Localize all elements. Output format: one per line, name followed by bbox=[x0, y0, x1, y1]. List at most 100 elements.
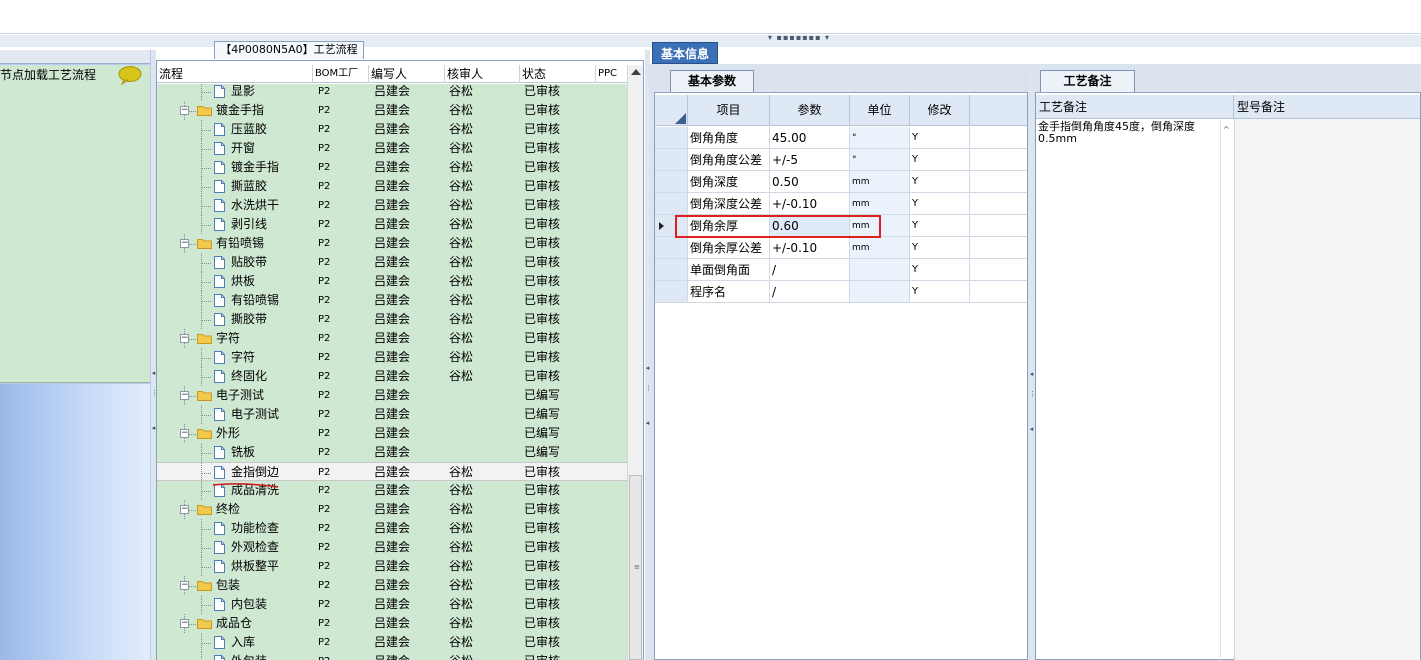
row-selector[interactable] bbox=[655, 171, 688, 193]
panel-collapse-grip[interactable]: ▾ ▪▪▪▪▪▪▪ ▾ bbox=[768, 34, 838, 42]
param-row[interactable]: 程序名 / Y bbox=[655, 281, 1027, 303]
right-splitter[interactable]: ◂ ⋮ ◂ bbox=[1029, 66, 1036, 660]
tree-row[interactable]: − 字符 P2 吕建会 谷松 已审核 bbox=[157, 329, 627, 348]
collapse-toggle-icon[interactable]: − bbox=[180, 429, 189, 438]
note-scrollbar[interactable]: ^ bbox=[1220, 121, 1233, 660]
param-value-cell[interactable]: +/-5 bbox=[770, 149, 850, 171]
tree-row[interactable]: 铣板 P2 吕建会 已编写 bbox=[157, 443, 627, 462]
param-row[interactable]: 单面倒角面 / Y bbox=[655, 259, 1027, 281]
collapse-toggle-icon[interactable]: − bbox=[180, 334, 189, 343]
param-modify-cell[interactable]: Y bbox=[910, 171, 970, 193]
col-header-param[interactable]: 参数 bbox=[770, 95, 850, 126]
param-value-cell[interactable]: 0.50 bbox=[770, 171, 850, 193]
param-value-cell[interactable]: 45.00 bbox=[770, 127, 850, 149]
col-header-ppc[interactable]: PPC bbox=[596, 65, 627, 83]
col-header-bom[interactable]: BOM工厂 bbox=[313, 65, 369, 83]
scrollbar-thumb[interactable]: ≡ bbox=[629, 475, 642, 660]
tab-basic-params[interactable]: 基本参数 bbox=[670, 70, 754, 92]
collapse-toggle-icon[interactable]: − bbox=[180, 619, 189, 628]
param-unit-cell[interactable]: mm bbox=[850, 193, 910, 215]
splitter-arrow-icon[interactable]: ◂ bbox=[1029, 371, 1034, 378]
tree-row[interactable]: − 有铅喷锡 P2 吕建会 谷松 已审核 bbox=[157, 234, 627, 253]
row-selector[interactable] bbox=[655, 281, 688, 303]
param-modify-cell[interactable]: Y bbox=[910, 281, 970, 303]
tree-row[interactable]: 终固化 P2 吕建会 谷松 已审核 bbox=[157, 367, 627, 386]
tree-row[interactable]: 烘板整平 P2 吕建会 谷松 已审核 bbox=[157, 557, 627, 576]
param-modify-cell[interactable]: Y bbox=[910, 193, 970, 215]
tree-row[interactable]: − 终检 P2 吕建会 谷松 已审核 bbox=[157, 500, 627, 519]
param-modify-cell[interactable]: Y bbox=[910, 127, 970, 149]
param-value-cell[interactable]: / bbox=[770, 281, 850, 303]
param-modify-cell[interactable]: Y bbox=[910, 237, 970, 259]
col-header-reviewer[interactable]: 核审人 bbox=[445, 65, 520, 83]
col-header-flow[interactable]: 流程 bbox=[157, 65, 313, 83]
tree-row[interactable]: 外包装 P2 吕建会 谷松 已审核 bbox=[157, 652, 627, 660]
tree-row[interactable]: 压蓝胶 P2 吕建会 谷松 已审核 bbox=[157, 120, 627, 139]
tree-row[interactable]: 电子测试 P2 吕建会 已编写 bbox=[157, 405, 627, 424]
param-unit-cell[interactable]: mm bbox=[850, 237, 910, 259]
param-modify-cell[interactable]: Y bbox=[910, 215, 970, 237]
model-note-cell[interactable] bbox=[1234, 119, 1420, 660]
param-modify-cell[interactable]: Y bbox=[910, 259, 970, 281]
col-header-modify[interactable]: 修改 bbox=[910, 95, 970, 126]
row-selector[interactable] bbox=[655, 259, 688, 281]
tree-vertical-scrollbar[interactable]: ≡ bbox=[627, 65, 643, 660]
tree-row[interactable]: 外观检查 P2 吕建会 谷松 已审核 bbox=[157, 538, 627, 557]
collapse-toggle-icon[interactable]: − bbox=[180, 581, 189, 590]
tree-row[interactable]: 功能检查 P2 吕建会 谷松 已审核 bbox=[157, 519, 627, 538]
param-unit-cell[interactable] bbox=[850, 259, 910, 281]
speech-bubble-icon[interactable] bbox=[118, 65, 142, 85]
col-header-writer[interactable]: 编写人 bbox=[369, 65, 445, 83]
tree-row[interactable]: 贴胶带 P2 吕建会 谷松 已审核 bbox=[157, 253, 627, 272]
tree-row[interactable]: 字符 P2 吕建会 谷松 已审核 bbox=[157, 348, 627, 367]
param-value-cell[interactable]: +/-0.10 bbox=[770, 237, 850, 259]
col-header-unit[interactable]: 单位 bbox=[850, 95, 910, 126]
col-header-process-note[interactable]: 工艺备注 bbox=[1036, 95, 1234, 119]
row-selector[interactable] bbox=[655, 127, 688, 149]
tree-row[interactable]: 显影 P2 吕建会 谷松 已审核 bbox=[157, 84, 627, 101]
tab-basic-info[interactable]: 基本信息 bbox=[652, 42, 718, 64]
param-value-cell[interactable]: +/-0.10 bbox=[770, 193, 850, 215]
tree-row[interactable]: − 包装 P2 吕建会 谷松 已审核 bbox=[157, 576, 627, 595]
tree-row[interactable]: 烘板 P2 吕建会 谷松 已审核 bbox=[157, 272, 627, 291]
tree-row[interactable]: 镀金手指 P2 吕建会 谷松 已审核 bbox=[157, 158, 627, 177]
param-row[interactable]: 倒角深度 0.50 mm Y bbox=[655, 171, 1027, 193]
tree-row[interactable]: 金指倒边 P2 吕建会 谷松 已审核 bbox=[157, 462, 627, 482]
param-unit-cell[interactable] bbox=[850, 281, 910, 303]
collapse-toggle-icon[interactable]: − bbox=[180, 391, 189, 400]
collapse-toggle-icon[interactable]: − bbox=[180, 239, 189, 248]
row-header-corner[interactable] bbox=[655, 95, 688, 126]
tree-row[interactable]: − 外形 P2 吕建会 已编写 bbox=[157, 424, 627, 443]
col-header-model-note[interactable]: 型号备注 bbox=[1234, 95, 1420, 119]
tree-row[interactable]: 水洗烘干 P2 吕建会 谷松 已审核 bbox=[157, 196, 627, 215]
param-unit-cell[interactable]: mm bbox=[850, 171, 910, 193]
param-modify-cell[interactable]: Y bbox=[910, 149, 970, 171]
param-unit-cell[interactable]: ° bbox=[850, 127, 910, 149]
tree-row[interactable]: 入库 P2 吕建会 谷松 已审核 bbox=[157, 633, 627, 652]
tree-row[interactable]: 剥引线 P2 吕建会 谷松 已审核 bbox=[157, 215, 627, 234]
scroll-up-arrow-icon[interactable] bbox=[631, 69, 641, 75]
process-flow-tab[interactable]: 【4P0080N5A0】工艺流程 bbox=[214, 41, 364, 59]
tree-row[interactable]: 撕蓝胶 P2 吕建会 谷松 已审核 bbox=[157, 177, 627, 196]
tree-row[interactable]: 撕胶带 P2 吕建会 谷松 已审核 bbox=[157, 310, 627, 329]
tree-row[interactable]: − 电子测试 P2 吕建会 已编写 bbox=[157, 386, 627, 405]
collapse-toggle-icon[interactable]: − bbox=[180, 106, 189, 115]
col-header-status[interactable]: 状态 bbox=[520, 65, 596, 83]
row-selector[interactable] bbox=[655, 149, 688, 171]
tree-row[interactable]: − 镀金手指 P2 吕建会 谷松 已审核 bbox=[157, 101, 627, 120]
param-row[interactable]: 倒角深度公差 +/-0.10 mm Y bbox=[655, 193, 1027, 215]
tab-process-notes[interactable]: 工艺备注 bbox=[1040, 70, 1135, 92]
param-row[interactable]: 倒角角度公差 +/-5 ° Y bbox=[655, 149, 1027, 171]
param-row[interactable]: 倒角余厚公差 +/-0.10 mm Y bbox=[655, 237, 1027, 259]
row-selector[interactable] bbox=[655, 193, 688, 215]
tree-row[interactable]: 有铅喷锡 P2 吕建会 谷松 已审核 bbox=[157, 291, 627, 310]
row-selector[interactable] bbox=[655, 237, 688, 259]
col-header-item[interactable]: 项目 bbox=[688, 95, 770, 126]
tree-row[interactable]: 开窗 P2 吕建会 谷松 已审核 bbox=[157, 139, 627, 158]
process-note-text[interactable]: 金手指倒角角度45度，倒角深度0.5mm bbox=[1038, 121, 1218, 145]
param-row[interactable]: 倒角角度 45.00 ° Y bbox=[655, 127, 1027, 149]
collapse-toggle-icon[interactable]: − bbox=[180, 505, 189, 514]
scroll-up-arrow-icon[interactable]: ^ bbox=[1223, 125, 1230, 134]
tree-row[interactable]: 内包装 P2 吕建会 谷松 已审核 bbox=[157, 595, 627, 614]
param-value-cell[interactable]: / bbox=[770, 259, 850, 281]
